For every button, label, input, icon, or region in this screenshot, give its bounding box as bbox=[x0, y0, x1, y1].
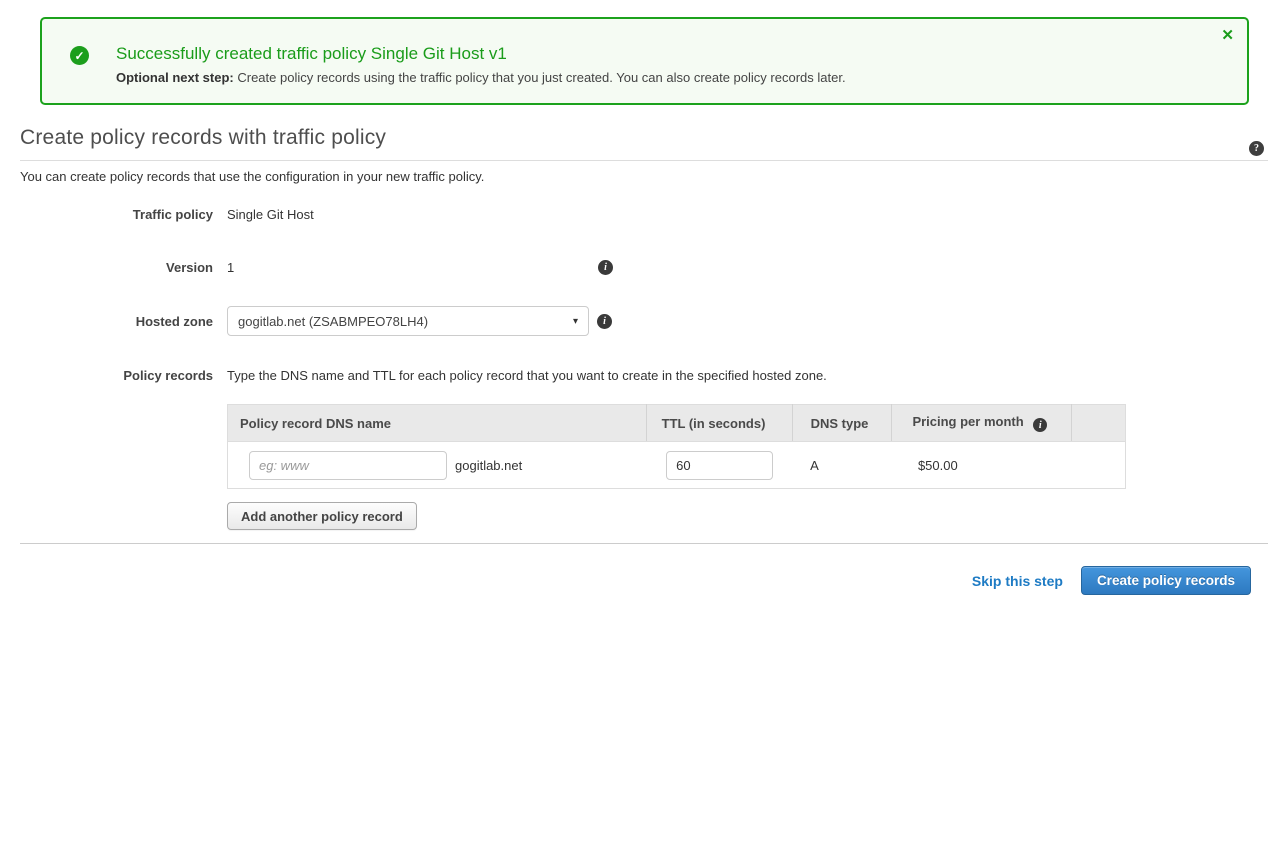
table-row: gogitlab.net A $50.00 bbox=[228, 442, 1126, 489]
success-check-icon: ✓ bbox=[70, 46, 89, 65]
footer-actions: Skip this step Create policy records bbox=[0, 566, 1251, 595]
page-title: Create policy records with traffic polic… bbox=[20, 126, 1268, 150]
header-dns-type: DNS type bbox=[792, 405, 892, 442]
help-icon[interactable]: ? bbox=[1249, 141, 1264, 156]
version-row: Version 1 i bbox=[0, 260, 1288, 275]
version-label: Version bbox=[0, 260, 213, 275]
policy-records-table: Policy record DNS name TTL (in seconds) … bbox=[227, 404, 1126, 489]
domain-suffix: gogitlab.net bbox=[455, 458, 522, 473]
page-description: You can create policy records that use t… bbox=[20, 169, 1288, 184]
info-icon[interactable]: i bbox=[597, 314, 612, 329]
policy-records-label: Policy records bbox=[0, 368, 213, 530]
create-policy-records-button[interactable]: Create policy records bbox=[1081, 566, 1251, 595]
traffic-policy-row: Traffic policy Single Git Host bbox=[0, 207, 1288, 222]
hosted-zone-select[interactable]: gogitlab.net (ZSABMPEO78LH4) ▾ bbox=[227, 306, 589, 336]
dns-name-cell: gogitlab.net bbox=[228, 442, 647, 489]
add-policy-record-button[interactable]: Add another policy record bbox=[227, 502, 417, 530]
traffic-policy-label: Traffic policy bbox=[0, 207, 213, 222]
header-pricing-label: Pricing per month bbox=[912, 414, 1023, 429]
banner-subtitle: Optional next step: Create policy record… bbox=[116, 70, 1207, 85]
header-ttl: TTL (in seconds) bbox=[646, 405, 792, 442]
skip-this-step-link[interactable]: Skip this step bbox=[972, 573, 1063, 589]
close-icon[interactable]: ✕ bbox=[1221, 28, 1234, 43]
dns-type-cell: A bbox=[792, 442, 892, 489]
policy-records-row: Policy records Type the DNS name and TTL… bbox=[0, 368, 1288, 530]
header-empty bbox=[1072, 405, 1126, 442]
ttl-cell bbox=[646, 442, 792, 489]
header-pricing: Pricing per month i bbox=[892, 405, 1072, 442]
table-header-row: Policy record DNS name TTL (in seconds) … bbox=[228, 405, 1126, 442]
policy-records-form: Traffic policy Single Git Host Version 1… bbox=[0, 207, 1288, 530]
policy-records-description: Type the DNS name and TTL for each polic… bbox=[227, 368, 827, 383]
divider bbox=[20, 543, 1268, 544]
dns-type-value: A bbox=[810, 458, 819, 473]
hosted-zone-row: Hosted zone gogitlab.net (ZSABMPEO78LH4)… bbox=[0, 306, 1288, 336]
page-header: Create policy records with traffic polic… bbox=[20, 126, 1268, 161]
banner-next-step-label: Optional next step: bbox=[116, 70, 234, 85]
empty-cell bbox=[1072, 442, 1126, 489]
hosted-zone-selected-value: gogitlab.net (ZSABMPEO78LH4) bbox=[238, 314, 428, 329]
info-icon[interactable]: i bbox=[598, 260, 613, 275]
traffic-policy-value: Single Git Host bbox=[227, 207, 314, 222]
info-icon[interactable]: i bbox=[1033, 418, 1047, 432]
banner-title: Successfully created traffic policy Sing… bbox=[116, 44, 1207, 64]
hosted-zone-label: Hosted zone bbox=[0, 306, 213, 336]
header-dns-name: Policy record DNS name bbox=[228, 405, 647, 442]
dns-name-input[interactable] bbox=[249, 451, 447, 480]
success-banner: ✓ Successfully created traffic policy Si… bbox=[40, 17, 1249, 105]
ttl-input[interactable] bbox=[666, 451, 773, 480]
version-value: 1 bbox=[227, 260, 598, 275]
pricing-cell: $50.00 bbox=[892, 442, 1072, 489]
banner-next-step-text: Create policy records using the traffic … bbox=[237, 70, 845, 85]
pricing-value: $50.00 bbox=[918, 458, 958, 473]
chevron-down-icon: ▾ bbox=[573, 316, 578, 327]
